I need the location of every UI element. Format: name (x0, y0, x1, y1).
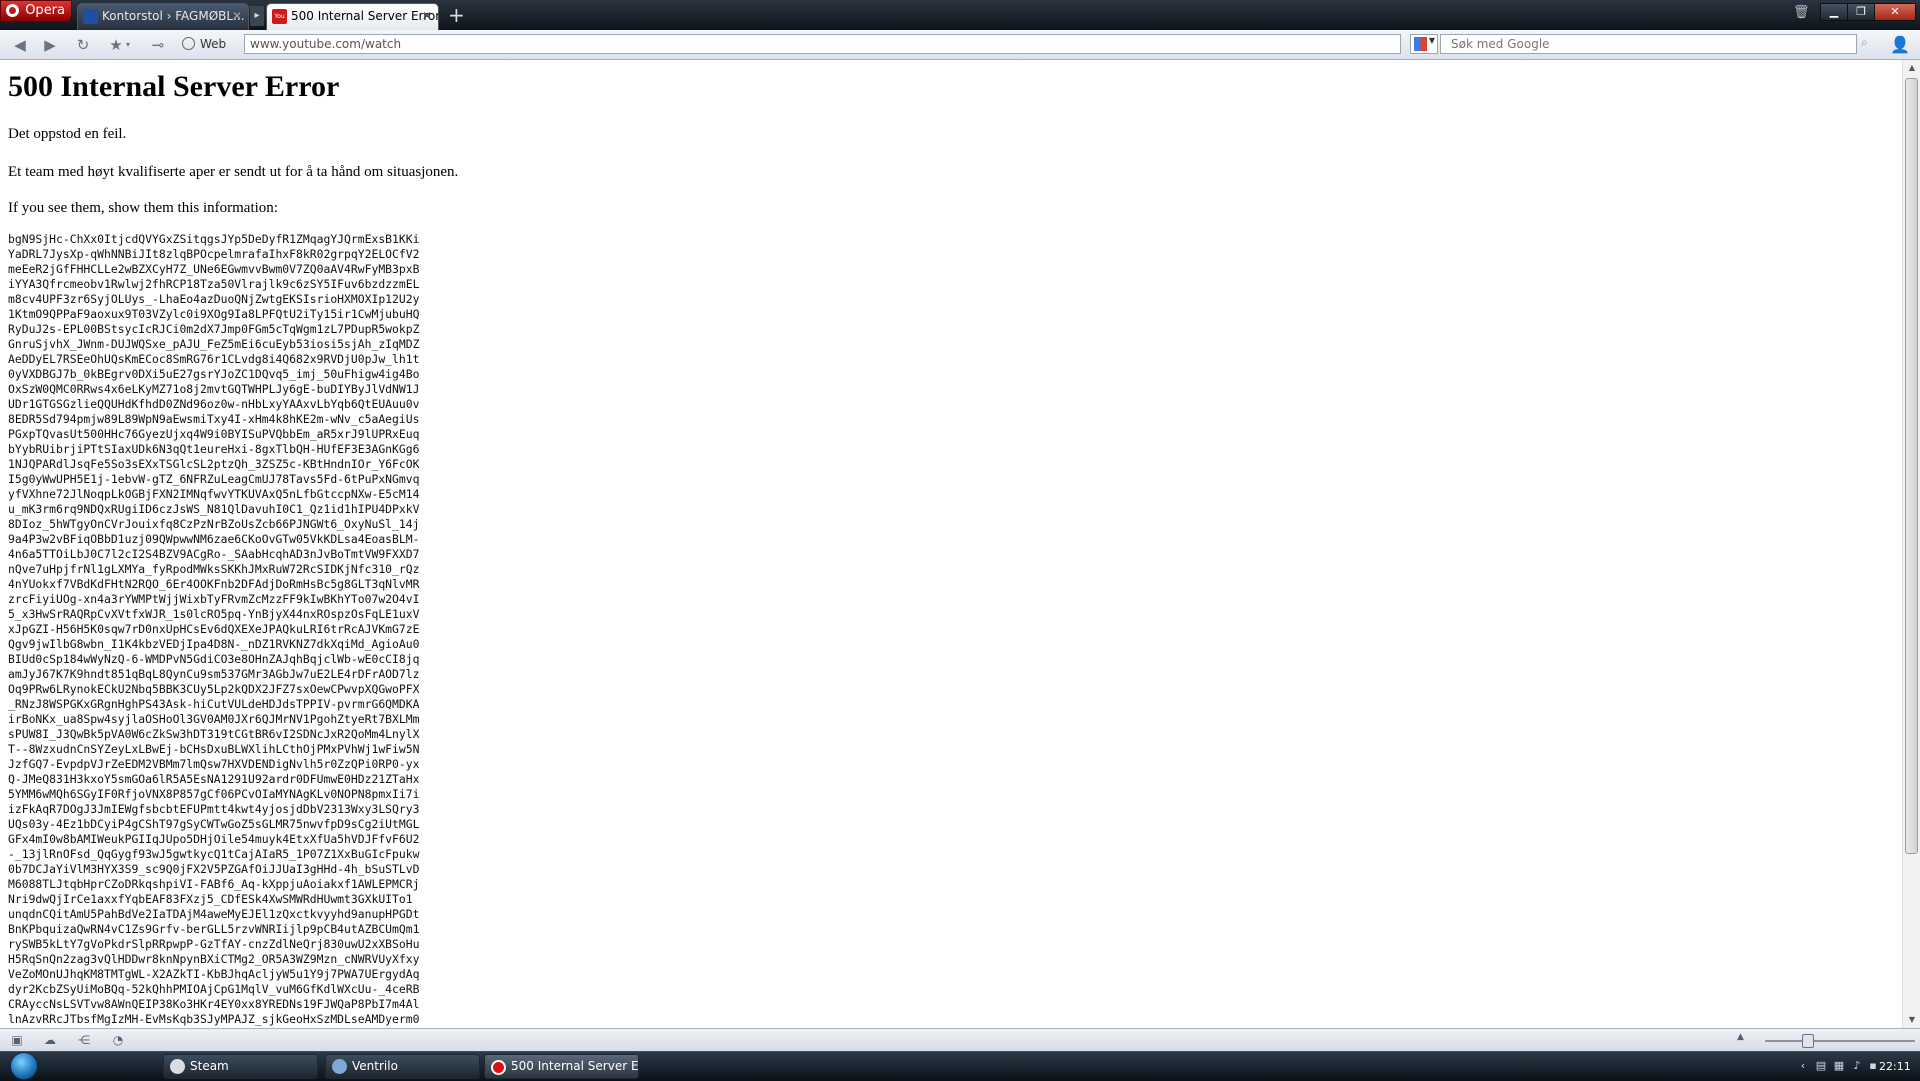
chevron-down-icon: ▼ (1428, 36, 1435, 45)
close-window-button[interactable]: ✕ (1874, 3, 1916, 21)
tab-scroll-arrow-icon[interactable]: ▸ (250, 6, 264, 26)
scrollbar-thumb[interactable] (1905, 78, 1918, 854)
opera-menu-label: Opera (25, 3, 65, 18)
window-controls: ▁ ❐ ✕ (1820, 0, 1916, 21)
panel-icon[interactable]: ▣ (9, 1032, 25, 1048)
taskbar-item-ventrilo[interactable]: Ventrilo (325, 1054, 480, 1079)
back-icon[interactable]: ◀ (10, 35, 30, 55)
minimize-button[interactable]: ▁ (1820, 3, 1848, 21)
debug-info-block: bgN9SjHc-ChXx0ItjcdQVYGxZSitqgsJYp5DeDyf… (8, 232, 420, 1026)
search-engine-selector[interactable]: ▼ (1410, 34, 1438, 54)
zoom-slider-track[interactable] (1765, 1040, 1915, 1042)
forward-icon[interactable]: ▶ (40, 35, 60, 55)
taskbar-item-opera[interactable]: 500 Internal Server E... (484, 1054, 639, 1079)
scroll-down-icon[interactable]: ▼ (1903, 1012, 1920, 1028)
ventrilo-icon (332, 1059, 347, 1074)
tab-label: 500 Internal Server Error (291, 9, 439, 23)
google-icon (1414, 37, 1427, 51)
tab-kontorstol[interactable]: Kontorstol › FAGMØBL... ✕ (77, 3, 249, 30)
taskbar-clock[interactable]: 22:11 (1879, 1052, 1911, 1081)
tab-label: Kontorstol › FAGMØBL... (102, 9, 245, 23)
maximize-button[interactable]: ❐ (1847, 3, 1875, 21)
steam-icon (170, 1059, 185, 1074)
tab-server-error[interactable]: You 500 Internal Server Error ✕ (266, 3, 439, 30)
opera-icon (491, 1060, 506, 1075)
browser-titlebar: Opera Kontorstol › FAGMØBL... ✕ ▸ You 50… (0, 0, 1920, 30)
site-info-label: Web (200, 37, 227, 51)
taskbar-item-label: Steam (190, 1059, 229, 1073)
opera-menu-button[interactable]: Opera (0, 0, 72, 22)
windows-logo-icon (10, 1052, 38, 1080)
site-info-badge[interactable]: Web (182, 35, 226, 54)
cloud-icon[interactable]: ☁ (42, 1032, 58, 1048)
zoom-slider-thumb[interactable] (1802, 1034, 1814, 1048)
search-icon[interactable]: ⌕ (1861, 35, 1868, 50)
search-input[interactable]: Søk med Google (1440, 34, 1857, 54)
taskbar-item-label: 500 Internal Server E... (511, 1059, 639, 1073)
tray-misc-icon[interactable]: ▪ (1866, 1059, 1880, 1073)
speed-dial-icon[interactable]: ◔ (110, 1032, 126, 1048)
opera-unite-icon[interactable]: 👤 (1888, 34, 1912, 56)
trash-icon[interactable]: 🗑 (1793, 6, 1810, 20)
youtube-favicon-icon: You (272, 9, 287, 24)
zoom-arrow-icon[interactable]: ▲ (1737, 1032, 1744, 1042)
navigation-toolbar: ◀ ▶ ↻ ★ ▾ ⊸ Web www.youtube.com/watch ▼ … (0, 30, 1920, 60)
address-field[interactable]: www.youtube.com/watch (244, 34, 1401, 54)
reload-icon[interactable]: ↻ (73, 35, 93, 55)
start-button[interactable] (4, 1052, 44, 1081)
share-icon[interactable]: ⋲ (76, 1032, 92, 1048)
new-tab-button[interactable]: + (448, 4, 465, 26)
key-icon[interactable]: ⊸ (148, 35, 168, 55)
opera-logo-icon (6, 4, 19, 17)
globe-icon (182, 37, 195, 50)
taskbar-item-steam[interactable]: Steam (163, 1054, 318, 1079)
tab-close-icon[interactable]: ✕ (422, 4, 432, 29)
status-bar: ▣ ☁ ⋲ ◔ ▲ (0, 1028, 1920, 1052)
bookmark-dropdown-icon[interactable]: ▾ (123, 35, 133, 55)
page-content: 500 Internal Server Error Det oppstod en… (0, 60, 1901, 1028)
error-description: Et team med høyt kvalifiserte aper er se… (8, 164, 459, 180)
scroll-up-icon[interactable]: ▲ (1903, 60, 1920, 76)
tray-app-icon[interactable]: ▤ (1814, 1059, 1828, 1073)
volume-icon[interactable]: ♪ (1850, 1059, 1864, 1073)
tab-close-icon[interactable]: ✕ (232, 4, 242, 29)
info-instruction: If you see them, show them this informat… (8, 200, 278, 216)
taskbar-item-label: Ventrilo (352, 1059, 398, 1073)
page-title: 500 Internal Server Error (8, 70, 340, 103)
windows-taskbar: Steam Ventrilo 500 Internal Server E... … (0, 1051, 1920, 1081)
tray-expand-icon[interactable]: ‹ (1796, 1059, 1810, 1073)
vertical-scrollbar[interactable]: ▲ ▼ (1902, 60, 1920, 1028)
network-icon[interactable]: ▦ (1832, 1059, 1846, 1073)
site-favicon-icon (83, 9, 98, 24)
error-message: Det oppstod en feil. (8, 126, 127, 142)
